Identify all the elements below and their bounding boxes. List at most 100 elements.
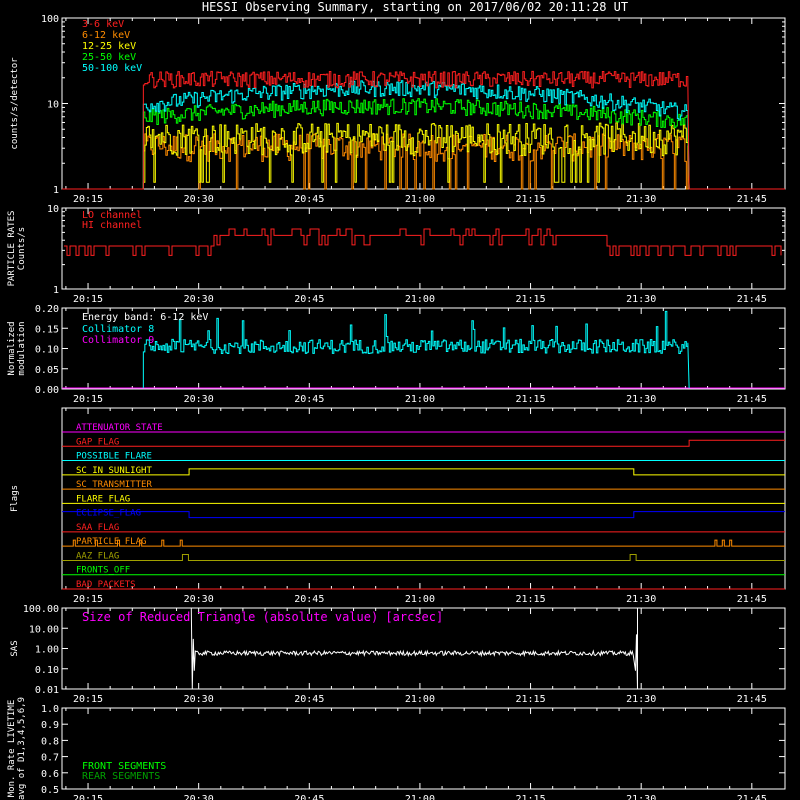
y-tick-label: 1 (53, 185, 59, 196)
flag-label: SC_IN_SUNLIGHT (76, 466, 152, 476)
y-tick-label: 10 (47, 100, 59, 111)
particle-rates-panel: 20:15 20:30 20:45 21:00 21:15 21:30 21:45 PARTI… (7, 204, 786, 305)
flags-panel: 20:15 20:30 20:45 21:00 21:15 21:30 21:45 Flags… (10, 407, 786, 605)
x-tick-label: 21:45 (737, 294, 767, 305)
series-line-particle (64, 228, 782, 256)
flag-label: POSSIBLE_FLARE (76, 452, 152, 462)
legend-entry: 12-25 keV (82, 41, 136, 52)
x-tick-label: 21:45 (737, 794, 767, 800)
y-tick-label: 1 (53, 285, 59, 296)
legend-entry: HI channel (82, 220, 142, 231)
y-tick-label: 10 (47, 204, 59, 215)
x-tick-label: 20:45 (294, 594, 324, 605)
y-axis-label: counts/s/detector (10, 57, 20, 150)
y-axis-label: Flags (10, 485, 20, 512)
x-tick-label: 21:00 (405, 694, 435, 705)
legend-entry: 50-100 keV (82, 63, 142, 74)
x-tick-label: 21:45 (737, 394, 767, 405)
counts-panel: 20:15 20:30 20:45 21:00 21:15 21:30 21:45 count… (10, 14, 786, 205)
plot-frame (61, 407, 786, 590)
energy-band-label: Energy band: 6-12 keV (82, 312, 208, 323)
y-axis-label: PARTICLE RATES (7, 211, 17, 287)
x-tick-label: 20:45 (294, 294, 324, 305)
legend-entry: 3-6 keV (82, 19, 124, 30)
plot-frame (61, 707, 786, 790)
x-tick-label: 20:45 (294, 394, 324, 405)
flag-line (62, 439, 785, 447)
modulation-panel: 20:15 20:30 20:45 21:00 21:15 21:30 21:45 Norma… (7, 304, 786, 405)
y-tick-label: 0.5 (41, 785, 59, 796)
y-axis-label: Counts/s (17, 227, 27, 270)
x-tick-label: 21:30 (626, 294, 656, 305)
x-tick-label: 21:00 (405, 294, 435, 305)
flag-line (62, 539, 785, 547)
y-tick-label: 0.10 (35, 345, 59, 356)
series-line-collimator-8 (142, 310, 690, 389)
x-tick-label: 20:30 (184, 394, 214, 405)
sas-annotation: Size of Reduced Triangle (absolute value… (82, 610, 443, 624)
y-tick-label: 0.7 (41, 753, 59, 764)
x-tick-label: 21:00 (405, 394, 435, 405)
y-tick-label: 0.10 (35, 665, 59, 676)
x-tick-label: 20:15 (73, 294, 103, 305)
x-tick-label: 20:30 (184, 294, 214, 305)
x-tick-label: 20:15 (73, 194, 103, 205)
x-tick-label: 21:30 (626, 594, 656, 605)
x-tick-label: 21:45 (737, 194, 767, 205)
x-tick-label: 20:30 (184, 594, 214, 605)
y-tick-label: 0.00 (35, 385, 59, 396)
y-axis-label: Normalized (7, 321, 17, 375)
flag-label: AAZ_FLAG (76, 551, 119, 561)
x-tick-label: 20:45 (294, 694, 324, 705)
y-tick-label: 0.20 (35, 304, 59, 315)
flag-label: FRONTS_OFF (76, 566, 130, 576)
livetime-panel: 20:15 20:30 20:45 21:00 21:15 21:30 21:45 Mon. … (7, 697, 786, 800)
flag-label: PARTICLE_FLAG (76, 537, 146, 547)
x-tick-label: 21:45 (737, 594, 767, 605)
y-tick-label: 100.00 (23, 604, 59, 615)
y-tick-label: 0.6 (41, 769, 59, 780)
x-tick-label: 20:45 (294, 194, 324, 205)
flag-line (62, 511, 785, 519)
x-tick-label: 21:45 (737, 694, 767, 705)
y-axis-label: modulation (17, 321, 27, 375)
x-tick-label: 21:15 (515, 394, 545, 405)
legend-entry: 25-50 keV (82, 52, 136, 63)
x-tick-label: 20:30 (184, 694, 214, 705)
hessi-summary-chart: HESSI Observing Summary, starting on 201… (7, 0, 786, 800)
flag-label: GAP_FLAG (76, 437, 119, 447)
x-tick-label: 20:30 (184, 794, 214, 800)
y-tick-label: 0.05 (35, 365, 59, 376)
flag-label: BAD_PACKETS (76, 580, 136, 590)
flag-label: FLARE_FLAG (76, 494, 130, 504)
x-tick-label: 20:45 (294, 794, 324, 800)
legend-entry: Collimator 8 (82, 324, 154, 335)
x-tick-label: 21:15 (515, 594, 545, 605)
legend-entry: REAR SEGMENTS (82, 771, 160, 782)
x-tick-label: 21:00 (405, 594, 435, 605)
y-tick-label: 0.9 (41, 720, 59, 731)
x-tick-label: 21:15 (515, 694, 545, 705)
y-tick-label: 0.8 (41, 736, 59, 747)
x-tick-label: 20:15 (73, 694, 103, 705)
legend-entry: 6-12 keV (82, 30, 130, 41)
y-axis-label: avg of D1,3,4,5,6,9 (17, 697, 27, 800)
x-tick-label: 21:00 (405, 194, 435, 205)
x-tick-label: 20:15 (73, 594, 103, 605)
x-tick-label: 21:15 (515, 794, 545, 800)
x-tick-label: 21:30 (626, 794, 656, 800)
sas-panel: 20:15 20:30 20:45 21:00 21:15 21:30 21:45 SAS 0.… (10, 604, 786, 705)
x-tick-label: 21:15 (515, 194, 545, 205)
x-tick-label: 21:30 (626, 394, 656, 405)
flag-label: ECLIPSE_FLAG (76, 509, 141, 519)
x-tick-label: 21:00 (405, 794, 435, 800)
x-tick-label: 21:30 (626, 194, 656, 205)
y-tick-label: 1.00 (35, 645, 59, 656)
legend-entry: Collimator 9 (82, 335, 154, 346)
x-tick-label: 20:15 (73, 394, 103, 405)
flag-line (62, 468, 785, 476)
x-tick-label: 20:15 (73, 794, 103, 800)
chart-title: HESSI Observing Summary, starting on 201… (202, 0, 628, 14)
y-tick-label: 10.00 (29, 624, 59, 635)
y-axis-label: SAS (10, 640, 20, 656)
